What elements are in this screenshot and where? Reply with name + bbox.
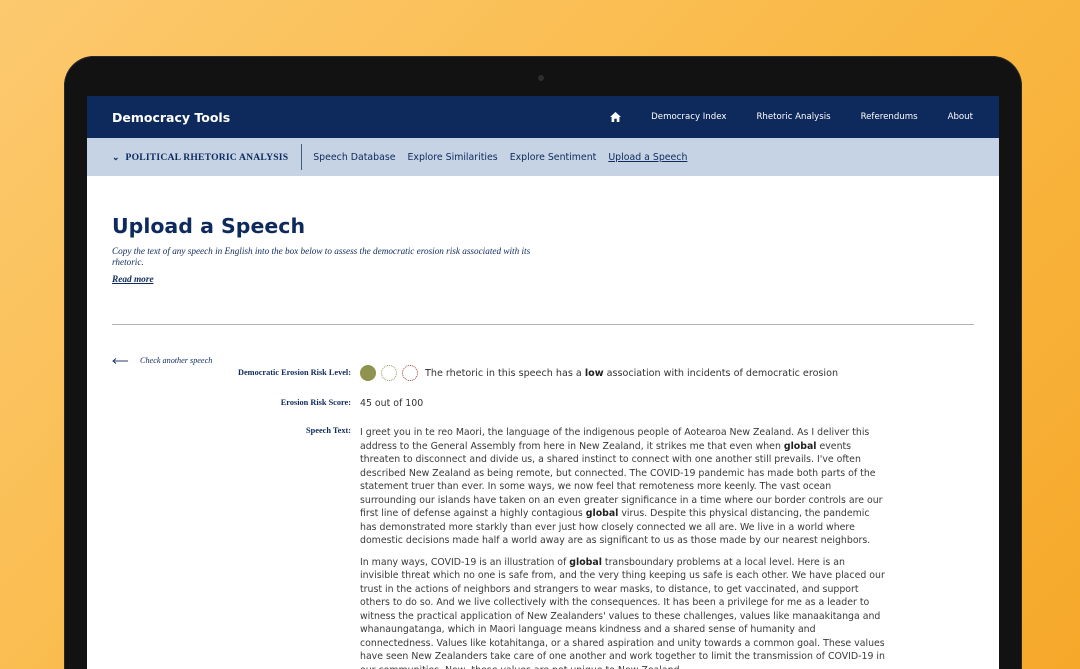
nav-rhetoric-analysis[interactable]: Rhetoric Analysis <box>756 112 830 122</box>
nav-links: Democracy Index Rhetoric Analysis Refere… <box>610 112 973 122</box>
browser-viewport: Democracy Tools Democracy Index Rhetoric… <box>87 96 999 669</box>
sub-navigation: ⌄ POLITICAL RHETORIC ANALYSIS Speech Dat… <box>87 138 999 176</box>
arrow-left-icon <box>112 357 128 364</box>
page-title: Upload a Speech <box>112 214 306 238</box>
top-navigation: Democracy Tools Democracy Index Rhetoric… <box>87 96 999 138</box>
speech-text: I greet you in te reo Maori, the languag… <box>360 426 885 669</box>
home-icon[interactable] <box>610 112 622 122</box>
risk-level-label: Democratic Erosion Risk Level: <box>238 368 351 377</box>
risk-score-label: Erosion Risk Score: <box>280 398 351 407</box>
subnav-explore-sentiment[interactable]: Explore Sentiment <box>510 152 597 163</box>
risk-dot-2 <box>381 365 397 381</box>
speech-text-row: Speech Text: I greet you in te reo Maori… <box>112 426 974 669</box>
risk-dot-3 <box>402 365 418 381</box>
speech-paragraph: I greet you in te reo Maori, the languag… <box>360 427 883 546</box>
risk-level-description: The rhetoric in this speech has a low as… <box>425 367 839 379</box>
chevron-down-icon[interactable]: ⌄ <box>112 152 120 163</box>
risk-level-row: Democratic Erosion Risk Level: The rheto… <box>112 365 974 381</box>
subnav-divider <box>301 144 303 170</box>
risk-level-indicator <box>360 365 423 381</box>
intro-text: Copy the text of any speech in English i… <box>112 246 531 267</box>
check-another-speech-link[interactable]: Check another speech <box>112 356 974 365</box>
subnav-upload-speech[interactable]: Upload a Speech <box>608 152 687 163</box>
risk-dot-1 <box>360 365 376 381</box>
risk-score-row: Erosion Risk Score: 45 out of 100 <box>112 398 974 409</box>
speech-text-label: Speech Text: <box>306 426 351 435</box>
nav-referendums[interactable]: Referendums <box>861 112 918 122</box>
section-divider <box>112 324 974 325</box>
nav-about[interactable]: About <box>948 112 973 122</box>
back-link-label: Check another speech <box>140 356 213 365</box>
subnav-speech-database[interactable]: Speech Database <box>313 152 395 163</box>
speech-paragraph: In many ways, COVID-19 is an illustratio… <box>360 556 885 669</box>
subnav-explore-similarities[interactable]: Explore Similarities <box>407 152 497 163</box>
section-title[interactable]: POLITICAL RHETORIC ANALYSIS <box>126 152 289 163</box>
main-content: Upload a Speech Copy the text of any spe… <box>87 214 999 669</box>
read-more-link[interactable]: Read more <box>112 275 154 285</box>
risk-score-value: 45 out of 100 <box>360 398 424 409</box>
brand-logo[interactable]: Democracy Tools <box>112 110 230 125</box>
nav-democracy-index[interactable]: Democracy Index <box>651 112 726 122</box>
webcam <box>538 75 544 81</box>
